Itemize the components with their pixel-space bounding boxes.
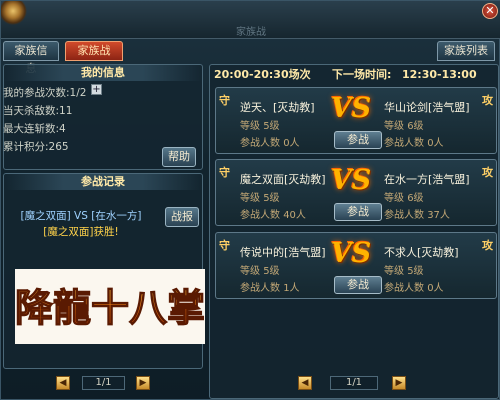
attacker-name: 在水一方[浩气盟] (384, 173, 470, 186)
vs-emblem: VS (330, 93, 372, 124)
attacker-members: 参战人数 0人 (384, 283, 444, 294)
points-row: 累计积分:265 (3, 141, 69, 153)
tab-family-list[interactable]: 家族列表 (437, 41, 495, 61)
defend-tag: 守 (219, 166, 230, 179)
record-next-icon[interactable]: ▶ (136, 376, 150, 390)
my-info-header: 我的信息 (4, 65, 202, 81)
schedule-panel: 20:00-20:30场次 下一场时间: 12:30-13:00 守 攻 逆天、… (209, 64, 499, 399)
add-join-count-button[interactable]: + (91, 84, 102, 95)
defender-name: 传说中的[浩气盟] (240, 246, 326, 259)
window-title: 家族战 (236, 27, 266, 38)
points-value: 265 (48, 141, 69, 153)
next-round-time: 12:30-13:00 (402, 68, 477, 81)
join-battle-button[interactable]: 参战 (334, 276, 382, 294)
streak-label: 最大连斩数 (3, 123, 56, 135)
defender-members: 参战人数 0人 (240, 138, 300, 149)
match-card: 守 攻 逆天、[灭劫教] 华山论剑[浩气盟] VS 等级 5级 参战人数 0人 … (215, 87, 497, 154)
attack-tag: 攻 (482, 94, 493, 107)
tab-family-war[interactable]: 家族战 (65, 41, 123, 61)
close-icon[interactable]: ✕ (482, 3, 498, 19)
record-pager: ◀ 1/1 ▶ (56, 376, 151, 390)
attack-tag: 攻 (482, 239, 493, 252)
record-prev-icon[interactable]: ◀ (56, 376, 70, 390)
streak-row: 最大连斩数:4 (3, 123, 66, 135)
battle-record-header: 参战记录 (4, 174, 202, 190)
record-matchup: [魔之双面] VS [在水一方] (20, 210, 142, 222)
vs-emblem: VS (330, 238, 372, 269)
skill-banner-art: 降龍十八掌 (14, 284, 205, 330)
attack-tag: 攻 (482, 166, 493, 179)
attacker-members: 参战人数 0人 (384, 138, 444, 149)
schedule-header: 20:00-20:30场次 下一场时间: 12:30-13:00 (210, 67, 500, 83)
attacker-level: 等级 5级 (384, 266, 424, 277)
next-round-label: 下一场时间: (332, 68, 392, 81)
defender-members: 参战人数 40人 (240, 210, 306, 221)
defend-tag: 守 (219, 239, 230, 252)
defender-name: 逆天、[灭劫教] (240, 101, 315, 114)
join-battle-button[interactable]: 参战 (334, 131, 382, 149)
kills-row: 当天杀敌数:11 (3, 105, 73, 117)
match-card: 守 攻 魔之双面[灭劫教] 在水一方[浩气盟] VS 等级 5级 参战人数 40… (215, 159, 497, 226)
attacker-level: 等级 6级 (384, 121, 424, 132)
defender-level: 等级 5级 (240, 266, 280, 277)
attacker-level: 等级 6级 (384, 193, 424, 204)
join-battle-button[interactable]: 参战 (334, 203, 382, 221)
attacker-members: 参战人数 37人 (384, 210, 450, 221)
emblem-icon (1, 1, 31, 27)
skill-banner: 降龍十八掌 (14, 269, 206, 344)
points-label: 累计积分 (3, 141, 45, 153)
defender-level: 等级 5级 (240, 193, 280, 204)
kills-value: 11 (59, 105, 73, 117)
join-count-value: 1/2 (69, 87, 87, 99)
join-count-label: 我的参战次数 (3, 87, 66, 99)
schedule-page-indicator: 1/1 (330, 376, 378, 390)
kills-label: 当天杀敌数 (3, 105, 56, 117)
record-page-indicator: 1/1 (82, 376, 125, 390)
defender-name: 魔之双面[灭劫教] (240, 173, 326, 186)
record-winner: [魔之双面]获胜! (43, 226, 119, 238)
skill-banner-text: 降龍十八掌 (15, 285, 205, 330)
streak-value: 4 (59, 123, 66, 135)
attacker-name: 不求人[灭劫教] (384, 246, 459, 259)
help-button[interactable]: 帮助 (162, 147, 196, 167)
schedule-prev-icon[interactable]: ◀ (298, 376, 312, 390)
schedule-next-icon[interactable]: ▶ (392, 376, 406, 390)
join-count-row: 我的参战次数:1/2 (3, 87, 87, 99)
defender-level: 等级 5级 (240, 121, 280, 132)
schedule-pager: ◀ 1/1 ▶ (298, 376, 408, 390)
battle-report-button[interactable]: 战报 (165, 207, 199, 227)
defender-members: 参战人数 1人 (240, 283, 300, 294)
defend-tag: 守 (219, 94, 230, 107)
match-card: 守 攻 传说中的[浩气盟] 不求人[灭劫教] VS 等级 5级 参战人数 1人 … (215, 232, 497, 299)
attacker-name: 华山论剑[浩气盟] (384, 101, 470, 114)
current-round: 20:00-20:30场次 (214, 68, 311, 81)
vs-emblem: VS (330, 165, 372, 196)
title-bar: 家族战 ✕ (1, 1, 500, 39)
family-war-window: 家族战 ✕ 家族信息 家族战 家族列表 我的信息 我的参战次数:1/2 + 当天… (0, 0, 500, 400)
tab-family-info[interactable]: 家族信息 (3, 41, 59, 75)
